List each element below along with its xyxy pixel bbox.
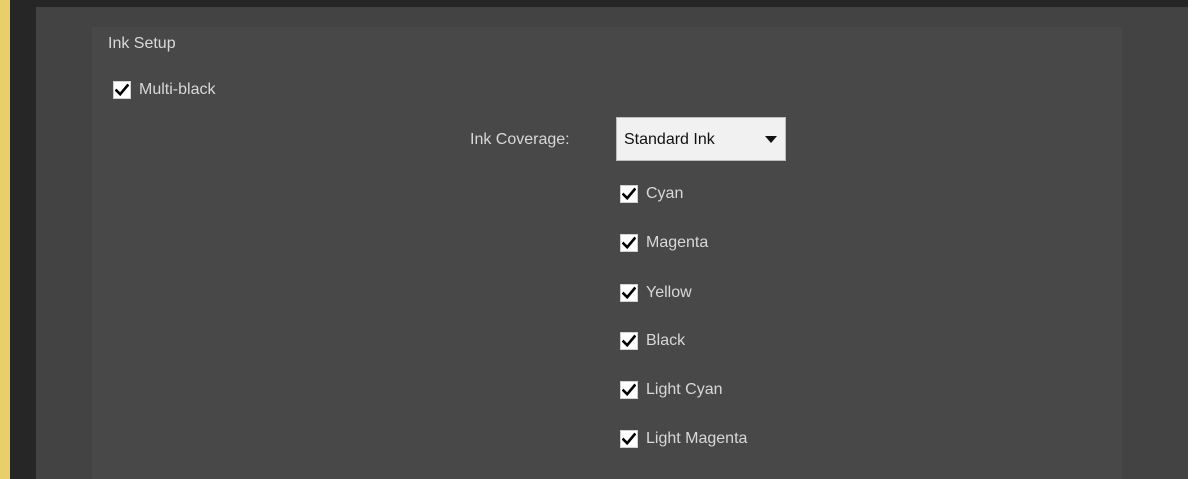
ink-coverage-label: Ink Coverage: [470,131,570,148]
chevron-down-icon [765,136,777,143]
light-cyan-label: Light Cyan [646,381,723,398]
accent-bar [0,0,10,479]
light-cyan-checkbox[interactable] [620,381,638,399]
ink-coverage-dropdown[interactable]: Standard Ink [616,117,786,161]
cyan-label: Cyan [646,185,684,202]
checkmark-icon [622,286,636,300]
yellow-checkbox[interactable] [620,284,638,302]
light-magenta-checkbox[interactable] [620,430,638,448]
dialog-frame: Ink Setup Multi-black Ink Coverage: Stan… [0,0,1199,479]
checkmark-icon [622,236,636,250]
magenta-label: Magenta [646,234,709,251]
checkmark-icon [115,83,129,97]
checkmark-icon [622,432,636,446]
ink-coverage-value: Standard Ink [624,131,715,148]
section-title: Ink Setup [108,35,176,52]
ink-setup-group [92,27,1122,479]
cyan-checkbox[interactable] [620,185,638,203]
black-label: Black [646,332,686,349]
magenta-checkbox[interactable] [620,234,638,252]
yellow-label: Yellow [646,284,692,301]
multi-black-checkbox[interactable] [113,81,131,99]
black-checkbox[interactable] [620,332,638,350]
light-magenta-label: Light Magenta [646,430,748,447]
multi-black-label: Multi-black [139,81,216,98]
checkmark-icon [622,187,636,201]
checkmark-icon [622,383,636,397]
checkmark-icon [622,334,636,348]
